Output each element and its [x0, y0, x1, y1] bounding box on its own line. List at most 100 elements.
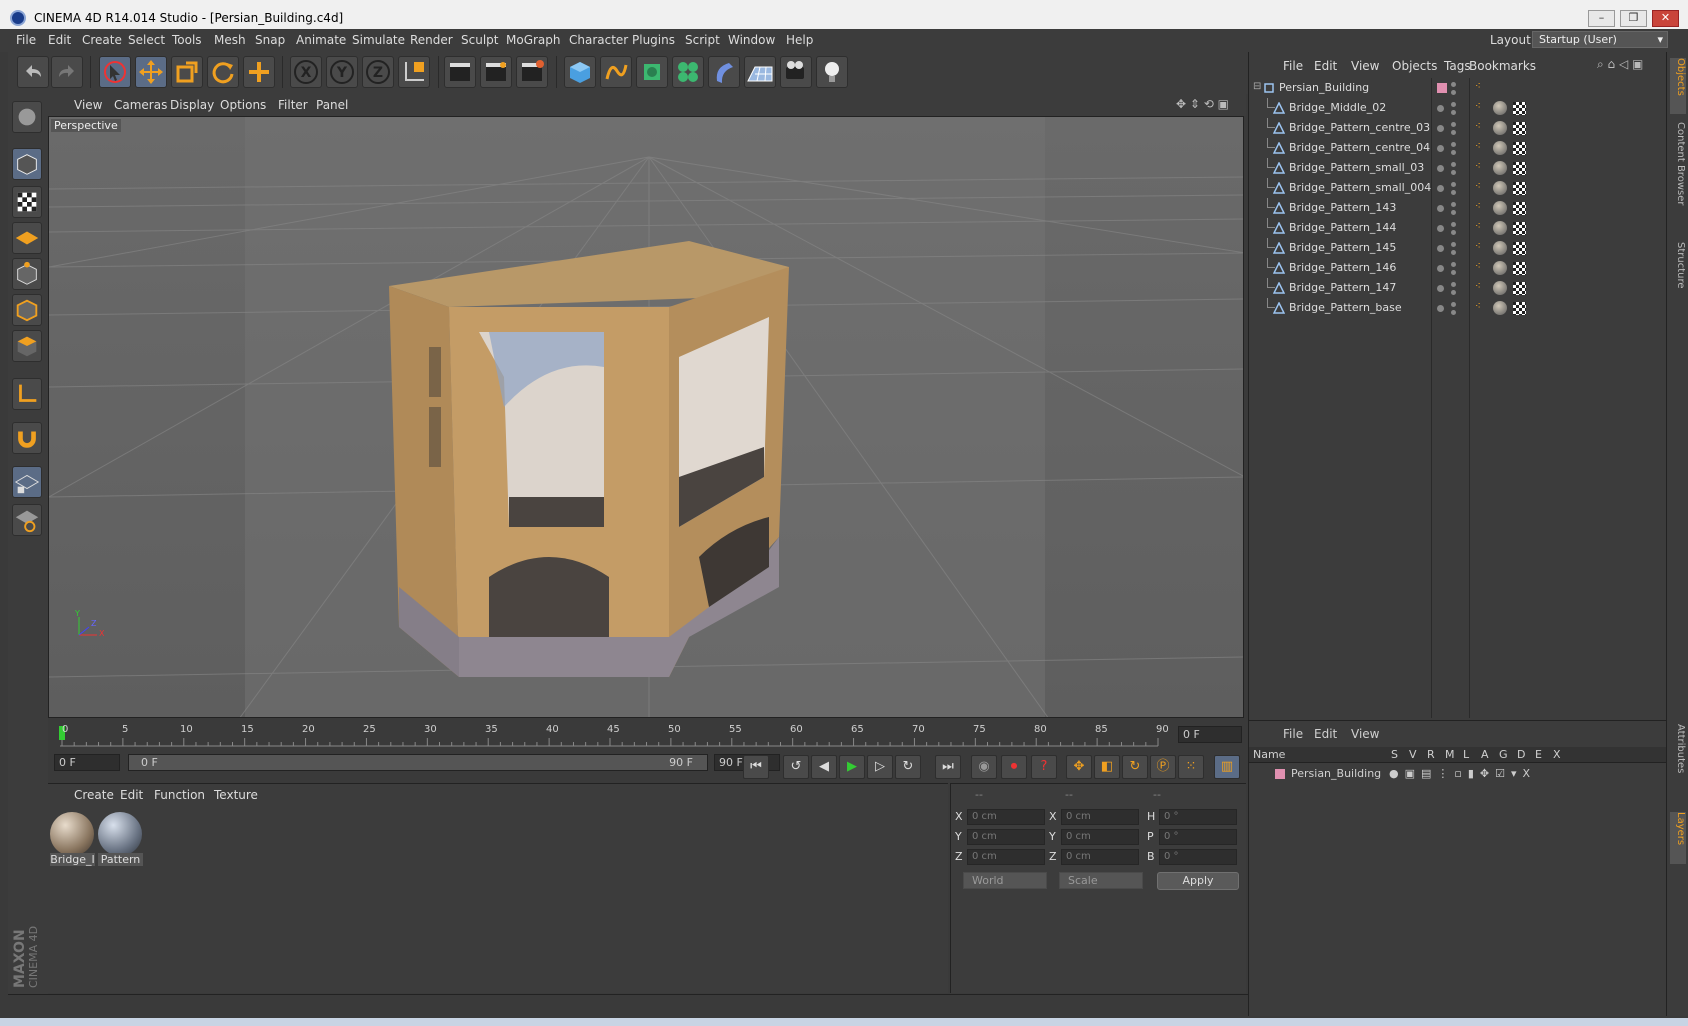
phong-tag-icon[interactable]: ⁖ [1475, 221, 1481, 232]
menu-plugins[interactable]: Plugins [632, 33, 675, 47]
size-y-field[interactable]: 0 cm [1061, 829, 1139, 845]
material-menu-create[interactable]: Create [74, 788, 114, 802]
maximize-button[interactable]: ❐ [1620, 10, 1647, 27]
spline-button[interactable] [600, 56, 632, 88]
viewport-scene[interactable] [49, 117, 1244, 718]
cube-button[interactable] [564, 56, 596, 88]
visibility-render-dot[interactable] [1451, 150, 1456, 155]
visibility-render-dot[interactable] [1451, 210, 1456, 215]
visibility-editor-dot[interactable] [1437, 145, 1444, 152]
object-menu-file[interactable]: File [1283, 59, 1303, 73]
material-tag-icon[interactable] [1493, 141, 1507, 155]
play-button[interactable]: ▶ [839, 755, 865, 779]
points-mode-button[interactable] [12, 258, 42, 290]
visibility-render-dot[interactable] [1451, 182, 1456, 187]
workplane-mode-button[interactable] [12, 222, 42, 254]
menu-edit[interactable]: Edit [48, 33, 71, 47]
object-name[interactable]: Bridge_Pattern_143 [1289, 201, 1396, 214]
object-row[interactable]: Bridge_Pattern_small_03 ⁖ [1249, 158, 1667, 178]
phong-tag-icon[interactable]: ⁖ [1475, 181, 1481, 192]
phong-tag-icon[interactable]: ⁖ [1475, 261, 1481, 272]
object-name[interactable]: Bridge_Pattern_145 [1289, 241, 1396, 254]
phong-tag-icon[interactable]: ⁖ [1475, 121, 1481, 132]
recent-tool-button[interactable] [243, 56, 275, 88]
uvw-tag-icon[interactable] [1513, 182, 1526, 195]
move-tool-button[interactable] [135, 56, 167, 88]
object-name[interactable]: Bridge_Pattern_centre_04 [1289, 141, 1430, 154]
visibility-editor-dot[interactable] [1437, 205, 1444, 212]
mograph-cloner-button[interactable] [672, 56, 704, 88]
snap-button[interactable] [12, 422, 42, 454]
scale-tool-button[interactable] [171, 56, 203, 88]
object-name[interactable]: Bridge_Pattern_small_03 [1289, 161, 1424, 174]
menu-window[interactable]: Window [728, 33, 775, 47]
autokeying-button[interactable]: ⏺ [1001, 755, 1027, 779]
rotate-tool-button[interactable] [207, 56, 239, 88]
visibility-render-dot[interactable] [1451, 250, 1456, 255]
rot-p-field[interactable]: 0 ° [1159, 829, 1237, 845]
menu-select[interactable]: Select [128, 33, 165, 47]
size-x-field[interactable]: 0 cm [1061, 809, 1139, 825]
viewport-menu-panel[interactable]: Panel [316, 98, 348, 112]
menu-simulate[interactable]: Simulate [352, 33, 405, 47]
phong-tag-icon[interactable]: ⁖ [1475, 81, 1481, 92]
coordinate-space-dropdown[interactable]: World [963, 872, 1047, 889]
tab-content-browser[interactable]: Content Browser [1670, 122, 1686, 232]
object-name[interactable]: Persian_Building [1279, 81, 1369, 94]
object-name[interactable]: Bridge_Middle_02 [1289, 101, 1386, 114]
visibility-render-dot[interactable] [1451, 162, 1456, 167]
object-row[interactable]: Bridge_Pattern_147 ⁖ [1249, 278, 1667, 298]
visibility-editor-dot[interactable] [1437, 125, 1444, 132]
timeline-ruler[interactable]: 0 5 10 15 20 25 30 35 40 45 50 55 60 65 … [48, 718, 1246, 752]
uvw-tag-icon[interactable] [1513, 102, 1526, 115]
visibility-render-dot[interactable] [1451, 270, 1456, 275]
object-row[interactable]: Bridge_Pattern_143 ⁖ [1249, 198, 1667, 218]
record-keys-button[interactable]: ◉ [971, 755, 997, 779]
object-menu-objects[interactable]: Objects [1392, 59, 1437, 73]
visibility-render-dot[interactable] [1451, 82, 1456, 87]
visibility-editor-dot[interactable] [1437, 285, 1444, 292]
model-mode-button[interactable] [12, 148, 42, 180]
undo-button[interactable] [17, 56, 49, 88]
layer-menu-file[interactable]: File [1283, 727, 1303, 741]
viewport-menu-cameras[interactable]: Cameras [114, 98, 167, 112]
nurbs-button[interactable] [636, 56, 668, 88]
menu-script[interactable]: Script [685, 33, 720, 47]
object-row[interactable]: Bridge_Pattern_145 ⁖ [1249, 238, 1667, 258]
coordinate-system-button[interactable] [398, 56, 430, 88]
phong-tag-icon[interactable]: ⁖ [1475, 141, 1481, 152]
deformer-button[interactable] [708, 56, 740, 88]
material-tag-icon[interactable] [1493, 161, 1507, 175]
phong-tag-icon[interactable]: ⁖ [1475, 161, 1481, 172]
layer-name[interactable]: Persian_Building [1291, 767, 1381, 780]
object-name[interactable]: Bridge_Pattern_144 [1289, 221, 1396, 234]
timeline-window-button[interactable]: ▥ [1214, 755, 1240, 779]
material-tag-icon[interactable] [1493, 261, 1507, 275]
tab-layers[interactable]: Layers [1670, 812, 1686, 864]
menu-tools[interactable]: Tools [172, 33, 202, 47]
object-row[interactable]: Bridge_Pattern_base ⁖ [1249, 298, 1667, 318]
visibility-render-dot[interactable] [1451, 130, 1456, 135]
layer-row[interactable]: Persian_Building ●▣▤⋮▫▮✥☑▾X [1249, 765, 1667, 783]
y-axis-button[interactable]: Y [326, 56, 358, 88]
visibility-render-dot[interactable] [1451, 202, 1456, 207]
edges-mode-button[interactable] [12, 294, 42, 326]
collapse-toggle-icon[interactable]: ⊟ [1253, 81, 1261, 92]
key-rotation-button[interactable]: ↻ [1122, 755, 1148, 779]
floor-button[interactable] [744, 56, 776, 88]
workplane-lock-button[interactable] [12, 466, 42, 498]
visibility-render-dot[interactable] [1451, 190, 1456, 195]
pos-x-field[interactable]: 0 cm [967, 809, 1045, 825]
visibility-editor-dot[interactable] [1437, 265, 1444, 272]
pos-y-field[interactable]: 0 cm [967, 829, 1045, 845]
visibility-render-dot[interactable] [1451, 142, 1456, 147]
keyframe-selection-button[interactable]: ? [1031, 755, 1057, 779]
uvw-tag-icon[interactable] [1513, 222, 1526, 235]
material-menu-texture[interactable]: Texture [214, 788, 258, 802]
object-menu-bookmarks[interactable]: Bookmarks [1469, 59, 1536, 73]
visibility-render-dot[interactable] [1451, 290, 1456, 295]
phong-tag-icon[interactable]: ⁖ [1475, 241, 1481, 252]
material-menu-edit[interactable]: Edit [120, 788, 143, 802]
current-frame-display[interactable]: 0 F [1178, 726, 1242, 743]
object-menu-view[interactable]: View [1351, 59, 1379, 73]
